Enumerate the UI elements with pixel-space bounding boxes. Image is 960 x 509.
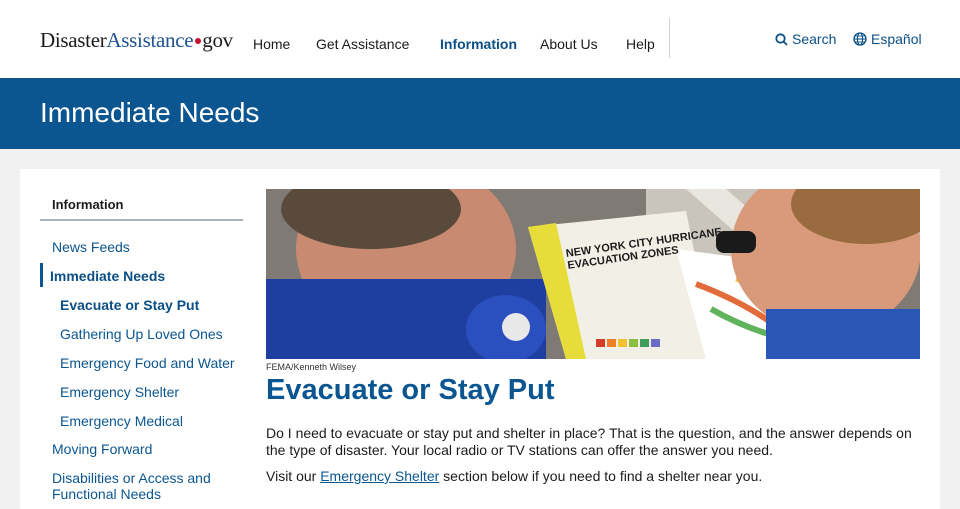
logo-text-assistance: Assistance (106, 28, 194, 52)
sidebar-item-disabilities-line2[interactable]: Functional Needs (52, 486, 161, 502)
site-header: DisasterAssistance gov Home Get Assistanc… (0, 0, 960, 78)
banner-title: Immediate Needs (40, 97, 260, 128)
sidebar-item-immediate-needs[interactable]: Immediate Needs (50, 268, 165, 284)
search-label: Search (792, 31, 837, 47)
nav-get-assistance[interactable]: Get Assistance (316, 36, 409, 52)
nav-help[interactable]: Help (626, 36, 655, 52)
search-icon (775, 32, 788, 46)
logo-text-disaster: Disaster (40, 28, 107, 52)
nav-divider (669, 18, 670, 58)
logo-text-gov: gov (202, 28, 233, 52)
nav-about-us[interactable]: About Us (540, 36, 598, 52)
intro-paragraph: Do I need to evacuate or stay put and sh… (266, 425, 912, 458)
language-link[interactable]: Español (853, 31, 922, 47)
sidebar-item-disabilities-line1[interactable]: Disabilities or Access and (52, 470, 211, 486)
sidebar-item-emergency-food-and-water[interactable]: Emergency Food and Water (60, 355, 235, 371)
sidebar-heading: Information (52, 197, 124, 212)
site-logo[interactable]: DisasterAssistance gov (40, 28, 233, 53)
sidebar-item-emergency-shelter[interactable]: Emergency Shelter (60, 384, 179, 400)
sidebar-item-evacuate-or-stay-put[interactable]: Evacuate or Stay Put (60, 297, 199, 313)
shelter-paragraph-after: section below if you need to find a shel… (439, 468, 763, 484)
photo-credit: FEMA/Kenneth Wilsey (266, 362, 357, 372)
shelter-paragraph-before: Visit our (266, 468, 321, 484)
sidebar-item-moving-forward[interactable]: Moving Forward (52, 441, 152, 457)
nav-information[interactable]: Information (440, 36, 517, 52)
sidebar-divider (40, 219, 243, 221)
sidebar-item-emergency-medical[interactable]: Emergency Medical (60, 413, 183, 429)
page-title: Evacuate or Stay Put (266, 374, 555, 406)
sidebar-item-gathering-up-loved-ones[interactable]: Gathering Up Loved Ones (60, 326, 223, 342)
logo-dot-icon (195, 38, 202, 45)
nav-home[interactable]: Home (253, 36, 290, 52)
sidebar-item-news-feeds[interactable]: News Feeds (52, 239, 130, 255)
hero-image: NEW YORK CITY HURRICANE EVACUATION ZONES (266, 189, 920, 359)
language-label: Español (871, 31, 922, 47)
search-link[interactable]: Search (775, 31, 836, 47)
page-banner: Immediate Needs (0, 78, 960, 149)
globe-icon (853, 32, 867, 46)
sidebar-active-marker (40, 263, 43, 287)
shelter-paragraph: Visit our Emergency Shelter section belo… (266, 468, 922, 485)
emergency-shelter-link[interactable]: Emergency Shelter (320, 468, 439, 484)
hero-photo (266, 189, 920, 359)
